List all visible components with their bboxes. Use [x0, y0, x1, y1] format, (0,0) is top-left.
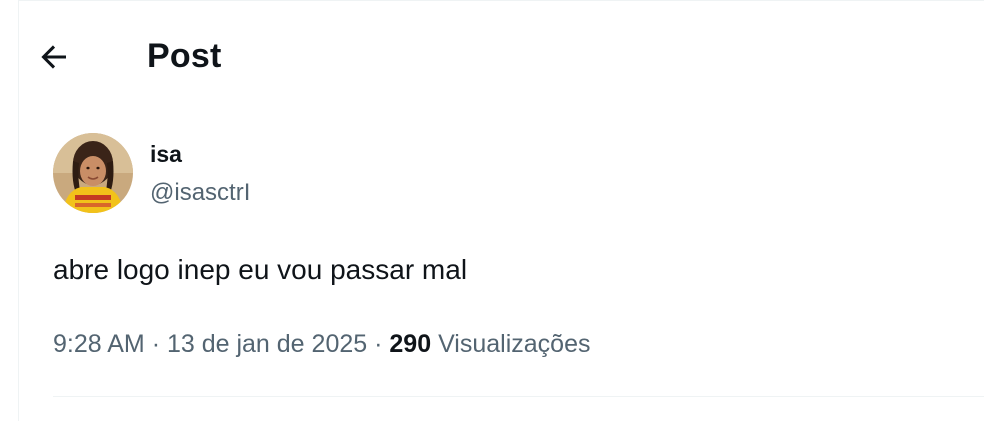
divider — [53, 396, 984, 397]
views-label: Visualizações — [438, 330, 591, 358]
post-text: abre logo inep eu vou passar mal — [53, 254, 468, 285]
meta-separator: · — [374, 330, 383, 358]
avatar[interactable] — [53, 133, 133, 213]
page-title: Post — [147, 37, 222, 75]
post-time[interactable]: 9:28 AM — [53, 330, 145, 358]
post-page: Post isa @isasctrI abre logo inep eu vou… — [0, 0, 984, 421]
back-button[interactable] — [34, 37, 74, 77]
author-display-name[interactable]: isa — [150, 140, 182, 168]
arrow-left-icon — [41, 45, 66, 69]
meta-separator: · — [151, 330, 161, 358]
author-handle[interactable]: @isasctrI — [150, 178, 250, 208]
column-border — [18, 0, 19, 421]
top-border — [18, 0, 984, 1]
profile-photo — [53, 133, 133, 213]
post-meta: 9:28 AM · 13 de jan de 2025 · 290 Visual… — [53, 327, 590, 361]
views-count: 290 — [389, 330, 432, 358]
post-date[interactable]: 13 de jan de 2025 — [167, 330, 367, 358]
